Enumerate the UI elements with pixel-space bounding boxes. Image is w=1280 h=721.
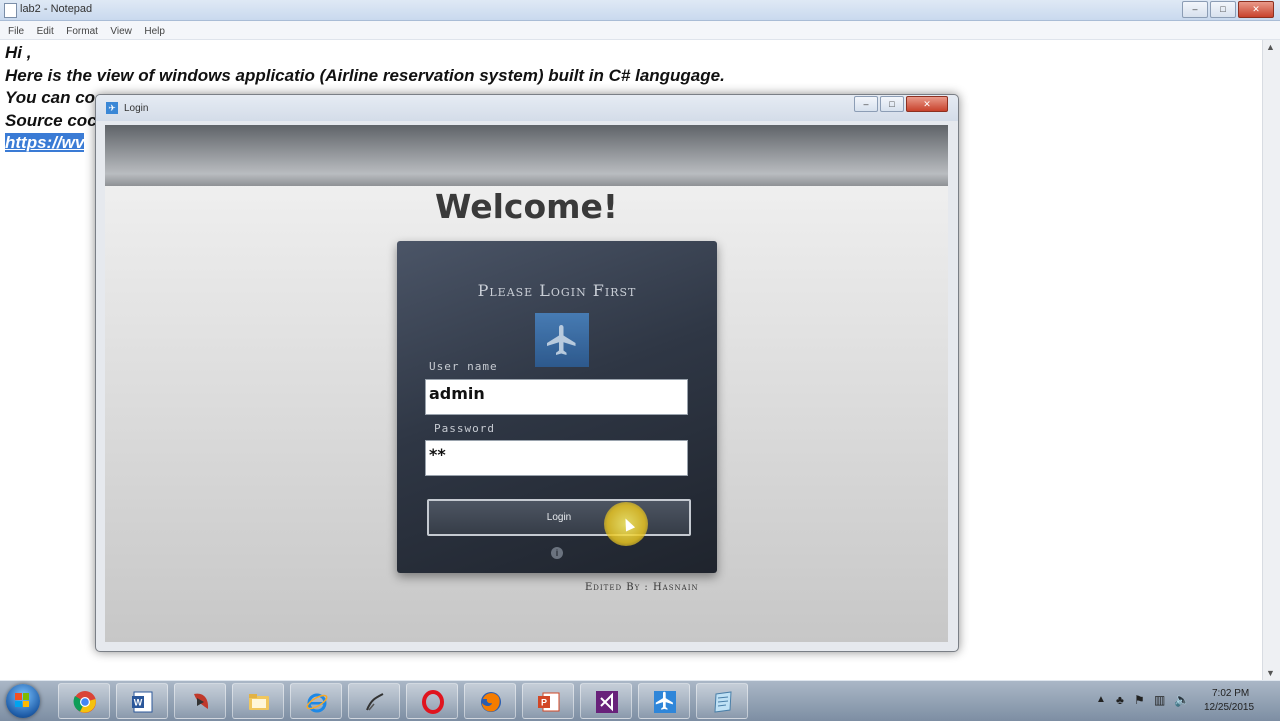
taskbar-media[interactable] [174,683,226,719]
menu-file[interactable]: File [8,23,24,41]
info-icon[interactable]: i [551,547,563,559]
svg-text:P: P [541,698,547,708]
airplane-icon [535,313,589,367]
menu-help[interactable]: Help [144,23,165,41]
airplane-app-icon: ✈ [106,102,118,114]
menu-edit[interactable]: Edit [37,23,54,41]
notepad-scrollbar[interactable]: ▲ ▼ [1262,40,1280,680]
taskbar-inkscape[interactable] [348,683,400,719]
text-line: Hi , [5,43,32,62]
taskbar-visual-studio[interactable] [580,683,632,719]
scroll-down-icon[interactable]: ▼ [1266,668,1275,678]
credit-text: Edited By : Hasnain [585,582,699,593]
maximize-button[interactable]: □ [880,96,904,112]
notepad-icon [714,691,732,713]
clock-date[interactable]: 12/25/2015 [1204,702,1254,713]
taskbar-explorer[interactable] [232,683,284,719]
volume-icon[interactable]: 🔈 [1174,692,1190,708]
taskbar-powerpoint[interactable]: P [522,683,574,719]
network-icon[interactable]: ▥ [1154,693,1165,707]
menu-format[interactable]: Format [66,23,98,41]
powerpoint-icon: P [538,692,560,712]
password-label: Password [434,422,495,435]
action-center-flag-icon[interactable]: ⚑ [1134,693,1145,707]
notepad-titlebar[interactable]: lab2 - Notepad – □ ✕ [0,0,1280,21]
login-button[interactable]: Login [427,499,691,536]
maximize-button[interactable]: □ [1210,1,1236,18]
opera-icon [422,690,444,714]
taskbar-notepad[interactable] [696,683,748,719]
taskbar-ie[interactable] [290,683,342,719]
tray-chevron-up-icon[interactable]: ▲ [1096,694,1106,705]
login-window-controls: – □ ✕ [854,96,948,112]
close-button[interactable]: ✕ [1238,1,1274,18]
panel-title: Please Login First [477,281,637,300]
firefox-icon [481,692,501,712]
username-label: User name [429,360,498,373]
login-window: ✈ Login – □ ✕ Welcome! Please Login Firs… [95,94,959,652]
text-line: Here is the view of windows applicatio (… [5,65,725,85]
taskbar: W P ▲ ♣ ⚑ ▥ 🔈 7:02 PM 12/25/2015 [0,680,1280,721]
notepad-title: lab2 - Notepad [20,3,93,15]
system-tray: ▲ ♣ ⚑ ▥ 🔈 7:02 PM 12/25/2015 [1090,681,1280,721]
word-icon: W [132,691,153,713]
login-titlebar[interactable]: ✈ Login – □ ✕ [96,95,958,121]
scroll-up-icon[interactable]: ▲ [1266,42,1275,52]
notepad-window-controls: – □ ✕ [1182,1,1274,18]
welcome-heading: Welcome! [435,187,618,226]
folder-icon [249,694,269,710]
tray-app-icon[interactable]: ♣ [1116,693,1124,707]
username-input[interactable]: admin [425,379,688,415]
clock-time[interactable]: 7:02 PM [1212,688,1249,699]
notepad-menubar: File Edit Format View Help [0,21,1280,40]
close-button[interactable]: ✕ [906,96,948,112]
visual-studio-icon [596,691,618,713]
ie-icon [306,693,328,713]
menu-view[interactable]: View [110,23,132,41]
login-panel: Please Login First User name admin Passw… [397,241,717,573]
taskbar-opera[interactable] [406,683,458,719]
inkscape-icon [366,693,384,711]
media-icon [194,693,209,709]
login-window-title: Login [124,103,149,114]
windows-flag-icon [15,693,29,707]
taskbar-chrome[interactable] [58,683,110,719]
svg-text:W: W [134,698,143,708]
chrome-icon [73,691,96,713]
header-banner [105,125,948,186]
airline-app-icon [654,691,676,713]
taskbar-airline-app[interactable] [638,683,690,719]
taskbar-firefox[interactable] [464,683,516,719]
notepad-icon [4,3,17,18]
start-button[interactable] [4,683,44,719]
password-input[interactable]: ** [425,440,688,476]
taskbar-word[interactable]: W [116,683,168,719]
selected-link-text[interactable]: https://wv [5,133,85,152]
minimize-button[interactable]: – [854,96,878,112]
login-client-area: Welcome! Please Login First User name ad… [105,125,948,642]
minimize-button[interactable]: – [1182,1,1208,18]
